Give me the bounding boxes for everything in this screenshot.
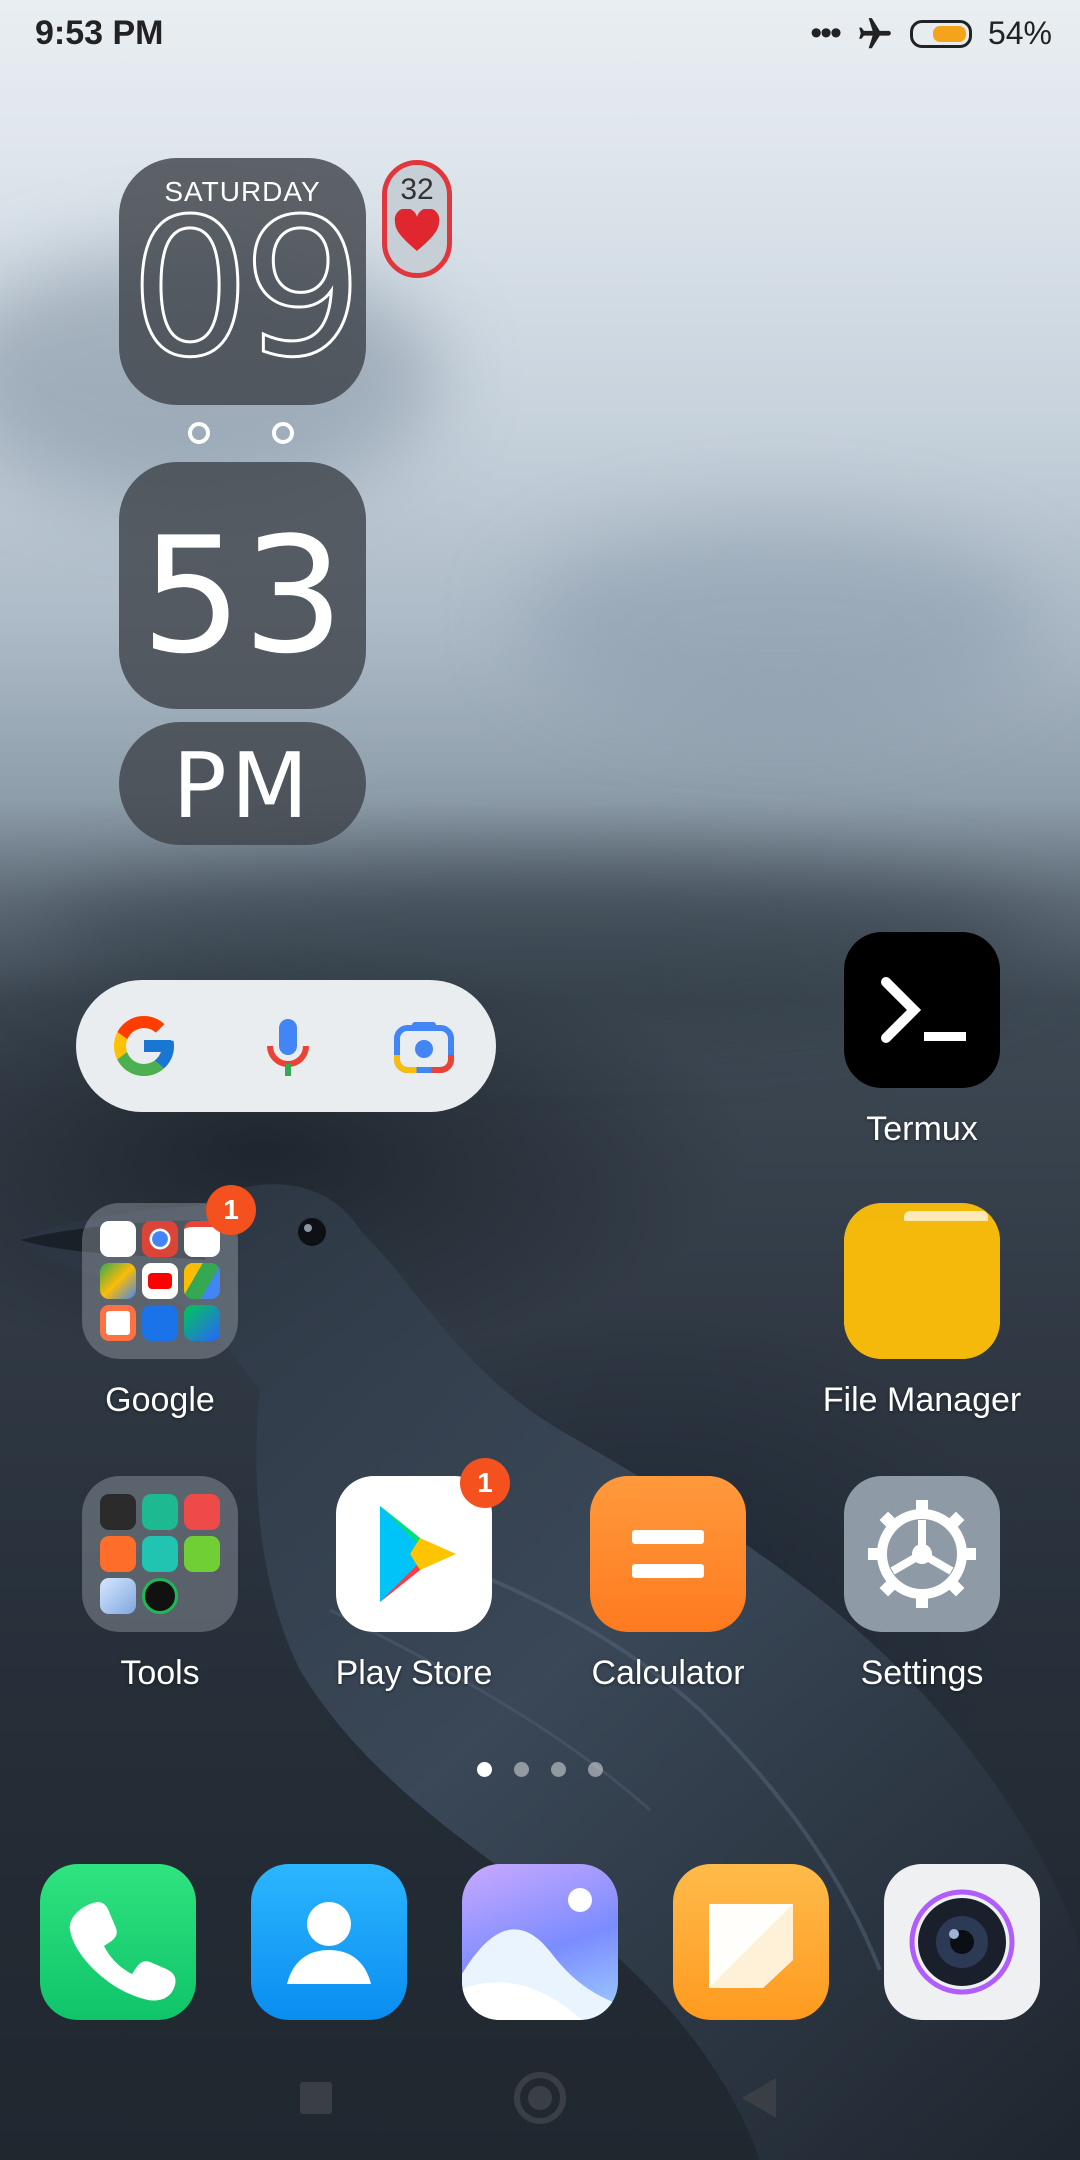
battery-icon	[909, 19, 972, 48]
heart-icon	[394, 208, 440, 251]
status-bar: 9:53 PM ••• 54%	[0, 0, 1080, 70]
youtube-mini-icon	[142, 1263, 178, 1299]
compass-mini-icon	[100, 1578, 136, 1614]
spotify-mini-icon	[142, 1578, 178, 1614]
calculator-label: Calculator	[591, 1654, 745, 1692]
folder-google[interactable]: 1 Google	[50, 1185, 270, 1420]
app-play-store[interactable]: 1 Play Store	[304, 1458, 524, 1693]
app-calculator[interactable]: Calculator	[558, 1476, 778, 1693]
duo-mini-icon	[142, 1305, 178, 1341]
screen-recorder-mini-icon	[100, 1536, 136, 1572]
heart-widget[interactable]: 32	[382, 160, 452, 278]
microphone-icon[interactable]	[252, 1010, 324, 1082]
wallpaper-cloud	[520, 520, 1040, 720]
file-manager-icon	[844, 1203, 1000, 1359]
contacts-icon[interactable]	[251, 1864, 407, 2020]
more-dots-icon: •••	[810, 14, 842, 52]
airplane-mode-icon	[859, 17, 891, 48]
phone-icon[interactable]	[40, 1864, 196, 2020]
status-time: 9:53 PM	[35, 14, 164, 52]
google-folder-icon: 1	[82, 1185, 256, 1359]
clock-minute-tile[interactable]: 53	[119, 462, 366, 709]
drive-mini-icon	[184, 1263, 220, 1299]
home-screen: 9:53 PM ••• 54% SATURDAY 09 53 PM 32 Ter…	[0, 0, 1080, 2160]
play-store-label: Play Store	[335, 1654, 493, 1692]
recents-button[interactable]	[300, 2082, 332, 2114]
termux-icon	[844, 932, 1000, 1088]
downloads-mini-icon	[184, 1536, 220, 1572]
clock-mini-icon	[100, 1494, 136, 1530]
navigation-bar	[0, 2060, 1080, 2130]
settings-label: Settings	[860, 1654, 984, 1692]
page-dot[interactable]	[588, 1762, 603, 1777]
status-icons: ••• 54%	[810, 14, 1052, 53]
page-indicator[interactable]	[0, 1762, 1080, 1777]
maps-mini-icon	[100, 1263, 136, 1299]
google-g-icon[interactable]	[108, 1010, 180, 1082]
chrome-mini-icon	[142, 1221, 178, 1257]
google-lens-icon[interactable]	[388, 1010, 460, 1082]
clock-hour-tile[interactable]: SATURDAY 09	[119, 158, 366, 405]
home-button[interactable]	[514, 2072, 566, 2124]
home-button-inner	[528, 2086, 552, 2110]
heart-count: 32	[400, 173, 434, 206]
google-folder-label: Google	[105, 1381, 215, 1419]
google-folder-badge: 1	[206, 1185, 256, 1235]
clock-ampm-tile[interactable]: PM	[119, 722, 366, 845]
folder-tools[interactable]: Tools	[50, 1476, 270, 1693]
tools-folder-icon	[82, 1476, 238, 1632]
app-termux[interactable]: Termux	[812, 932, 1032, 1149]
notes-icon[interactable]	[673, 1864, 829, 2020]
clock-ampm: PM	[172, 734, 313, 839]
app-settings[interactable]: Settings	[812, 1476, 1032, 1693]
play-movies-mini-icon	[184, 1305, 220, 1341]
termux-label: Termux	[866, 1110, 978, 1148]
page-dot[interactable]	[477, 1762, 492, 1777]
page-dot[interactable]	[514, 1762, 529, 1777]
recorder-mini-icon	[184, 1494, 220, 1530]
scanner-mini-icon	[142, 1536, 178, 1572]
back-button[interactable]	[742, 2078, 776, 2118]
play-store-badge: 1	[460, 1458, 510, 1508]
app-file-manager[interactable]: File Manager	[812, 1203, 1032, 1420]
tools-folder-label: Tools	[120, 1654, 200, 1692]
page-dot[interactable]	[551, 1762, 566, 1777]
file-manager-label: File Manager	[822, 1381, 1022, 1419]
gallery-icon[interactable]	[462, 1864, 618, 2020]
play-store-icon: 1	[336, 1458, 510, 1632]
google-search-bar[interactable]	[76, 980, 496, 1112]
fm-radio-mini-icon	[142, 1494, 178, 1530]
google-app-mini-icon	[100, 1221, 136, 1257]
clock-separator-dot	[188, 422, 210, 444]
clock-hour: 09	[128, 177, 365, 401]
clock-separator-dot	[272, 422, 294, 444]
calculator-icon	[590, 1476, 746, 1632]
clock-minute: 53	[140, 502, 345, 689]
battery-percent: 54%	[987, 15, 1052, 51]
camera-icon[interactable]	[884, 1864, 1040, 2020]
play-music-mini-icon	[100, 1305, 136, 1341]
settings-gear-icon	[844, 1476, 1000, 1632]
